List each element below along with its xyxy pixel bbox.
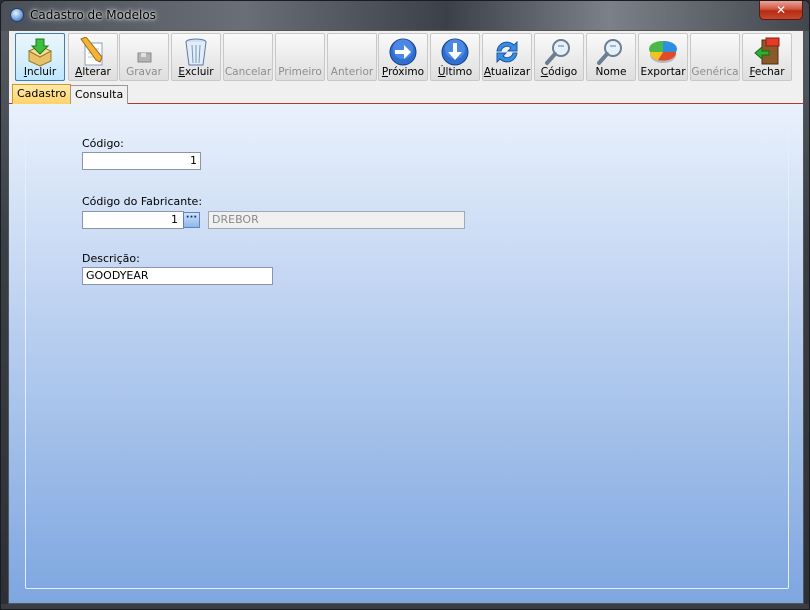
- pencil-edit-icon: [80, 37, 103, 66]
- ultimo-button[interactable]: Último: [430, 33, 480, 81]
- anterior-label: Anterior: [330, 66, 374, 78]
- generic-icon: [700, 37, 730, 67]
- client-area: Incluir Alterar Gravar Excluir Cancelar …: [8, 30, 804, 604]
- primeiro-label: Primeiro: [278, 66, 322, 78]
- codigo-search-label: Código: [540, 66, 578, 78]
- toolbar: Incluir Alterar Gravar Excluir Cancelar …: [9, 31, 803, 83]
- primeiro-button[interactable]: Primeiro: [275, 33, 325, 81]
- atualizar-button[interactable]: Atualizar: [482, 33, 532, 81]
- exportar-button[interactable]: Exportar: [638, 33, 688, 81]
- form-panel: Código: 1 Código do Fabricante: 1 ··· DR…: [25, 124, 789, 589]
- save-icon: [137, 52, 152, 63]
- refresh-icon: [496, 40, 518, 64]
- app-window: Cadastro de Modelos ✕ Incluir Alterar Gr…: [0, 0, 810, 610]
- add-folder-icon: [27, 38, 53, 67]
- previous-record-icon: [337, 37, 367, 67]
- close-icon: ✕: [775, 3, 787, 17]
- excluir-button[interactable]: Excluir: [171, 33, 221, 81]
- gravar-label: Gravar: [126, 66, 162, 78]
- window-title: Cadastro de Modelos: [30, 8, 156, 22]
- next-arrow-icon: [389, 38, 417, 66]
- last-arrow-icon: [441, 38, 469, 66]
- alterar-label: Alterar: [75, 66, 111, 78]
- nome-search-label: Nome: [595, 66, 627, 78]
- search-name-icon: [597, 39, 622, 65]
- exportar-label: Exportar: [640, 66, 686, 78]
- fechar-label: Fechar: [749, 66, 785, 78]
- cancelar-button[interactable]: Cancelar: [223, 33, 273, 81]
- descricao-input[interactable]: GOODYEAR: [82, 267, 273, 285]
- gravar-button[interactable]: Gravar: [119, 33, 169, 81]
- generica-label: Genérica: [691, 66, 739, 78]
- title-bar[interactable]: Cadastro de Modelos ✕: [1, 1, 809, 31]
- window-bottom-edge: [1, 604, 809, 609]
- anterior-button[interactable]: Anterior: [327, 33, 377, 81]
- proximo-button[interactable]: Próximo: [378, 33, 428, 81]
- search-code-icon: [545, 39, 570, 65]
- codigo-search-button[interactable]: Código: [534, 33, 584, 81]
- codigo-input[interactable]: 1: [82, 152, 201, 170]
- tab-consulta[interactable]: Consulta: [70, 85, 129, 104]
- fechar-button[interactable]: Fechar: [742, 33, 792, 81]
- first-record-icon: [285, 37, 315, 67]
- exit-door-icon: [754, 37, 780, 65]
- cancel-icon: [233, 37, 263, 67]
- alterar-button[interactable]: Alterar: [68, 33, 118, 81]
- excluir-label: Excluir: [178, 66, 214, 78]
- incluir-label: Incluir: [23, 66, 57, 78]
- pie-chart-export-icon: [649, 40, 677, 63]
- close-button[interactable]: ✕: [759, 1, 803, 20]
- trash-icon: [185, 38, 207, 66]
- fabricante-lookup-button[interactable]: ···: [183, 212, 200, 228]
- nome-search-button[interactable]: Nome: [586, 33, 636, 81]
- tab-cadastro[interactable]: Cadastro: [12, 84, 72, 104]
- codigo-label: Código:: [82, 137, 124, 150]
- atualizar-label: Atualizar: [483, 66, 531, 78]
- fabricante-name-field: DREBOR: [208, 211, 465, 229]
- ultimo-label: Último: [437, 66, 473, 78]
- descricao-label: Descrição:: [82, 252, 140, 265]
- form-content: Código: 1 Código do Fabricante: 1 ··· DR…: [9, 104, 803, 603]
- proximo-label: Próximo: [381, 66, 425, 78]
- fabricante-code-input[interactable]: 1: [82, 211, 184, 229]
- cancelar-label: Cancelar: [224, 66, 272, 78]
- fabricante-label: Código do Fabricante:: [82, 195, 203, 208]
- tab-bar: Cadastro Consulta: [9, 83, 803, 104]
- generica-button[interactable]: Genérica: [690, 33, 740, 81]
- app-icon: [10, 8, 24, 22]
- incluir-button[interactable]: Incluir: [15, 33, 65, 81]
